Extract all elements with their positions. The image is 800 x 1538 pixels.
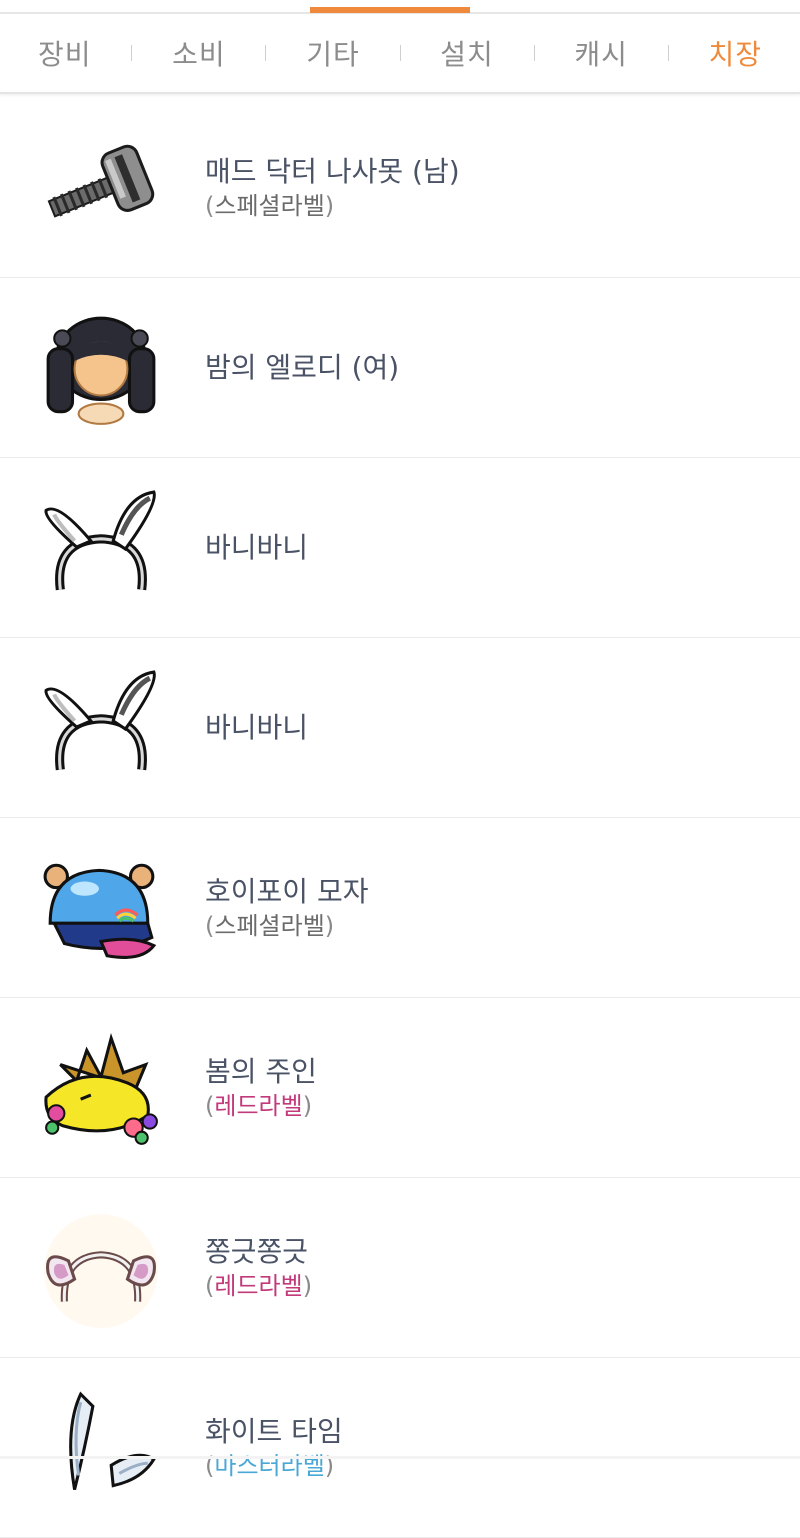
item-name: 바니바니	[205, 531, 309, 564]
list-item[interactable]: 바니바니	[0, 638, 800, 818]
tab-cash[interactable]: 캐시	[574, 33, 628, 73]
bunny-ears-headband-icon	[40, 668, 162, 790]
item-name: 밤의 엘로디 (여)	[205, 351, 400, 384]
tab-divider	[399, 45, 401, 61]
tab-equipment[interactable]: 장비	[38, 33, 92, 73]
list-item[interactable]: 밤의 엘로디 (여)	[0, 278, 800, 458]
top-active-indicator	[310, 7, 470, 13]
list-item[interactable]: 바니바니	[0, 458, 800, 638]
tab-etc[interactable]: 기타	[306, 33, 360, 73]
tab-consumable[interactable]: 소비	[172, 33, 226, 73]
item-name: 화이트 타임	[205, 1415, 343, 1448]
tab-divider	[265, 45, 267, 61]
tab-cosmetic[interactable]: 치장	[708, 33, 762, 73]
item-name: 쫑긋쫑긋	[205, 1235, 309, 1268]
tab-divider	[667, 45, 669, 61]
list-item[interactable]: 봄의 주인 (레드라벨)	[0, 998, 800, 1178]
item-label: (마스터라벨)	[205, 1452, 335, 1480]
list-item[interactable]: 호이포이 모자 (스페셜라벨)	[0, 818, 800, 998]
screw-icon	[40, 128, 162, 250]
item-label: (스페셜라벨)	[205, 192, 335, 220]
category-tabs: 장비 소비 기타 설치 캐시 치장	[0, 14, 800, 94]
tab-divider	[131, 45, 133, 61]
list-item[interactable]: 화이트 타임 (마스터라벨)	[0, 1358, 800, 1538]
bunny-ears-headband-icon	[40, 488, 162, 610]
item-name: 봄의 주인	[205, 1055, 317, 1088]
white-wing-icon	[40, 1388, 162, 1510]
blue-cap-icon	[40, 848, 162, 970]
item-list: 매드 닥터 나사못 (남) (스페셜라벨) 밤의 엘로디 (여) 바니바니 바니…	[0, 98, 800, 1538]
black-hair-icon	[40, 308, 162, 430]
flower-crown-icon	[40, 1028, 162, 1150]
item-name: 매드 닥터 나사못 (남)	[205, 155, 460, 188]
pink-ears-headband-icon	[40, 1208, 162, 1330]
list-item[interactable]: 매드 닥터 나사못 (남) (스페셜라벨)	[0, 98, 800, 278]
list-item[interactable]: 쫑긋쫑긋 (레드라벨)	[0, 1178, 800, 1358]
item-label: (레드라벨)	[205, 1092, 313, 1120]
tab-setup[interactable]: 설치	[440, 33, 494, 73]
item-label: (레드라벨)	[205, 1272, 313, 1300]
item-name: 바니바니	[205, 711, 309, 744]
item-label: (스페셜라벨)	[205, 912, 335, 940]
item-name: 호이포이 모자	[205, 875, 369, 908]
tab-divider	[533, 45, 535, 61]
